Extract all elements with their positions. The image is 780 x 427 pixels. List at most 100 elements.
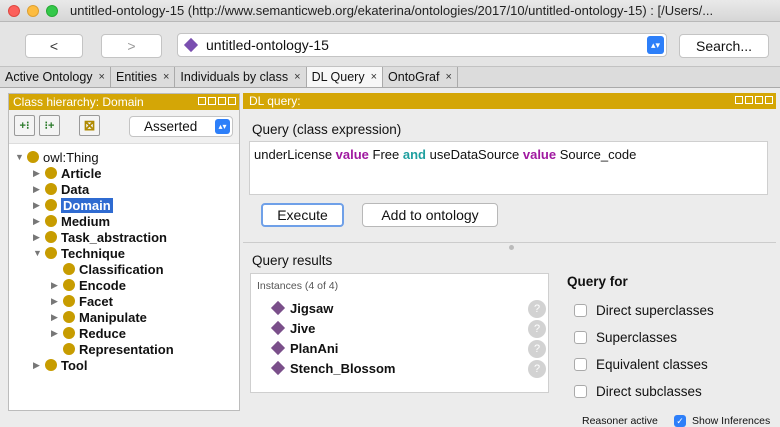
- close-tab-icon[interactable]: ×: [99, 71, 105, 83]
- tree-node-representation[interactable]: Representation: [63, 341, 174, 357]
- collapsed-arrow-icon[interactable]: ▶: [33, 232, 45, 243]
- checkbox[interactable]: [574, 331, 587, 344]
- split-handle-icon[interactable]: [509, 245, 514, 250]
- window-title: untitled-ontology-15 (http://www.semanti…: [70, 3, 714, 18]
- tree-node-label: Representation: [79, 341, 174, 357]
- collapsed-arrow-icon[interactable]: ▶: [33, 168, 45, 179]
- result-name: Stench_Blossom: [290, 360, 396, 376]
- ontology-icon: [183, 37, 199, 53]
- collapsed-arrow-icon[interactable]: ▶: [33, 184, 45, 195]
- panel-minimize-icon[interactable]: [745, 96, 753, 104]
- tree-node-facet[interactable]: ▶ Facet: [51, 293, 113, 309]
- query-results-label: Query results: [252, 253, 333, 268]
- explanation-icon[interactable]: ?: [528, 300, 546, 318]
- expanded-arrow-icon[interactable]: ▼: [33, 248, 45, 258]
- tab-active-ontology[interactable]: Active Ontology ×: [0, 67, 111, 87]
- direct-subclasses-checkbox[interactable]: Direct subclasses: [574, 384, 702, 399]
- tree-node-medium[interactable]: ▶ Medium: [33, 213, 110, 229]
- individual-icon: [270, 340, 286, 356]
- minimize-window-button[interactable]: [27, 4, 39, 17]
- panel-close-icon[interactable]: [228, 97, 236, 105]
- execute-button[interactable]: Execute: [261, 203, 344, 227]
- add-sibling-icon[interactable]: ⁝+: [39, 115, 60, 136]
- close-tab-icon[interactable]: ×: [445, 71, 451, 83]
- tab-entities[interactable]: Entities ×: [111, 67, 176, 87]
- zoom-window-button[interactable]: [46, 4, 58, 17]
- checkbox[interactable]: [574, 385, 587, 398]
- direct-superclasses-checkbox[interactable]: Direct superclasses: [574, 303, 714, 318]
- delete-class-icon[interactable]: ⊠: [79, 115, 100, 136]
- result-item[interactable]: PlanAni?: [270, 338, 548, 358]
- tree-node-reduce[interactable]: ▶ Reduce: [51, 325, 126, 341]
- collapsed-arrow-icon[interactable]: ▶: [33, 200, 45, 211]
- panel-minimize-icon[interactable]: [208, 97, 216, 105]
- panel-maximize-icon[interactable]: [218, 97, 226, 105]
- hierarchy-toolbar: +⁝ ⁝+ ⊠ Asserted ▴▾: [9, 110, 239, 144]
- tree-node-data[interactable]: ▶ Data: [33, 181, 89, 197]
- tree-node-task-abstraction[interactable]: ▶ Task_abstraction: [33, 229, 167, 245]
- back-button[interactable]: <: [25, 34, 83, 58]
- chevron-updown-icon[interactable]: ▴▾: [647, 36, 664, 54]
- tree-node-label: Domain: [61, 197, 113, 213]
- split-divider[interactable]: [243, 242, 776, 250]
- result-name: PlanAni: [290, 340, 339, 356]
- title-bar: untitled-ontology-15 (http://www.semanti…: [0, 0, 780, 22]
- tab-individuals-by-class[interactable]: Individuals by class ×: [175, 67, 307, 87]
- tree-node-domain[interactable]: ▶ Domain: [33, 197, 113, 213]
- tab-dl-query[interactable]: DL Query ×: [306, 67, 384, 87]
- close-tab-icon[interactable]: ×: [371, 71, 377, 83]
- result-item[interactable]: Jigsaw?: [270, 298, 548, 318]
- collapsed-arrow-icon[interactable]: ▶: [51, 296, 63, 307]
- tree-node-article[interactable]: ▶ Article: [33, 165, 101, 181]
- add-subclass-icon[interactable]: +⁝: [14, 115, 35, 136]
- search-button[interactable]: Search...: [679, 34, 769, 58]
- result-item[interactable]: Jive?: [270, 318, 548, 338]
- explanation-icon[interactable]: ?: [528, 360, 546, 378]
- collapsed-arrow-icon[interactable]: ▶: [51, 280, 63, 291]
- explanation-icon[interactable]: ?: [528, 340, 546, 358]
- panel-close-icon[interactable]: [765, 96, 773, 104]
- superclasses-checkbox[interactable]: Superclasses: [574, 330, 677, 345]
- show-inferences-checkbox[interactable]: ✓ Show Inferences: [674, 415, 770, 427]
- collapsed-arrow-icon[interactable]: ▶: [33, 216, 45, 227]
- chevron-updown-icon[interactable]: ▴▾: [215, 119, 230, 134]
- class-icon: [45, 199, 57, 211]
- tree-node-tool[interactable]: ▶ Tool: [33, 357, 87, 373]
- class-icon: [45, 247, 57, 259]
- panel-pin-icon[interactable]: [735, 96, 743, 104]
- expanded-arrow-icon[interactable]: ▼: [15, 152, 27, 162]
- collapsed-arrow-icon[interactable]: ▶: [51, 328, 63, 339]
- panel-maximize-icon[interactable]: [755, 96, 763, 104]
- tree-node-owl-thing[interactable]: ▼ owl:Thing: [15, 149, 99, 165]
- query-token: underLicense: [254, 147, 336, 162]
- close-tab-icon[interactable]: ×: [163, 71, 169, 83]
- panel-title: DL query:: [249, 94, 301, 108]
- tree-node-technique[interactable]: ▼ Technique: [33, 245, 125, 261]
- tree-node-classification[interactable]: Classification: [63, 261, 164, 277]
- forward-button[interactable]: >: [101, 34, 162, 58]
- tree-node-label: Manipulate: [79, 309, 147, 325]
- result-item[interactable]: Stench_Blossom?: [270, 358, 548, 378]
- window-controls: [8, 4, 58, 17]
- tree-node-label: Tool: [61, 357, 88, 373]
- result-name: Jive: [290, 320, 316, 336]
- checkbox[interactable]: [574, 358, 587, 371]
- add-to-ontology-button[interactable]: Add to ontology: [362, 203, 498, 227]
- tree-node-encode[interactable]: ▶ Encode: [51, 277, 126, 293]
- ontology-address-select[interactable]: untitled-ontology-15 ▴▾: [177, 33, 667, 57]
- explanation-icon[interactable]: ?: [528, 320, 546, 338]
- tab-ontograf[interactable]: OntoGraf ×: [383, 67, 458, 87]
- checkbox[interactable]: [574, 304, 587, 317]
- tree-node-manipulate[interactable]: ▶ Manipulate: [51, 309, 147, 325]
- equivalent-classes-checkbox[interactable]: Equivalent classes: [574, 357, 708, 372]
- collapsed-arrow-icon[interactable]: ▶: [51, 312, 63, 323]
- instances-header: Instances (4 of 4): [257, 280, 339, 292]
- checkmark-icon[interactable]: ✓: [674, 415, 686, 427]
- collapsed-arrow-icon[interactable]: ▶: [33, 360, 45, 371]
- hierarchy-mode-select[interactable]: Asserted ▴▾: [129, 116, 233, 137]
- close-window-button[interactable]: [8, 4, 20, 17]
- panel-pin-icon[interactable]: [198, 97, 206, 105]
- query-expression-input[interactable]: underLicense value Free and useDataSourc…: [249, 141, 768, 195]
- tree-node-label: Encode: [79, 277, 126, 293]
- close-tab-icon[interactable]: ×: [294, 71, 300, 83]
